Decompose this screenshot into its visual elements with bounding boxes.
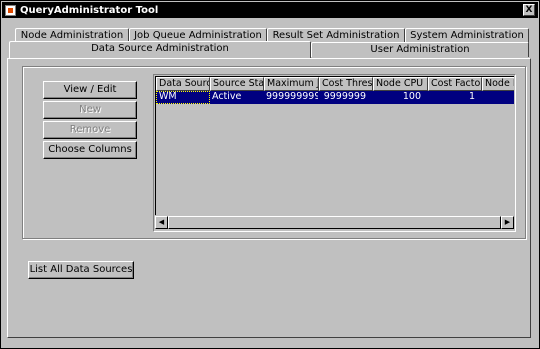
remove-button[interactable]: Remove: [43, 121, 137, 139]
column-header[interactable]: Cost Factor: [428, 77, 482, 91]
list-all-data-sources-button[interactable]: List All Data Sources: [28, 261, 134, 279]
tab-system-administration[interactable]: System Administration: [405, 28, 529, 43]
table-cell[interactable]: 1: [428, 91, 482, 104]
column-header[interactable]: Node D: [482, 77, 514, 91]
scroll-right-icon[interactable]: ▶: [501, 216, 514, 229]
new-button[interactable]: New: [43, 101, 137, 119]
view-edit-button[interactable]: View / Edit: [43, 81, 137, 99]
app-window: QueryAdministrator Tool X Node Administr…: [0, 0, 540, 349]
data-source-panel: View / Edit New Remove Choose Columns Da…: [7, 58, 531, 338]
table-cell[interactable]: [482, 91, 514, 104]
column-header[interactable]: Data Source: [156, 77, 210, 91]
table-cell[interactable]: Active: [210, 91, 264, 104]
scrollbar-thumb[interactable]: [168, 216, 501, 229]
horizontal-scrollbar[interactable]: ◀ ▶: [155, 216, 514, 229]
table-cell[interactable]: WM: [156, 91, 210, 104]
app-icon: [5, 4, 16, 16]
title-bar[interactable]: QueryAdministrator Tool X: [2, 2, 538, 18]
data-source-table: Data Source Source Stat... Maximum J... …: [153, 74, 516, 232]
table-cell[interactable]: 999999999: [264, 91, 319, 104]
column-header[interactable]: Cost Thres...: [319, 77, 373, 91]
tab-data-source-administration[interactable]: Data Source Administration: [9, 41, 311, 58]
scroll-left-icon[interactable]: ◀: [155, 216, 168, 229]
window-title: QueryAdministrator Tool: [20, 4, 159, 16]
column-header[interactable]: Source Stat...: [210, 77, 264, 91]
column-header[interactable]: Maximum J...: [264, 77, 319, 91]
tab-user-administration[interactable]: User Administration: [311, 42, 529, 57]
table-viewport: Data Source Source Stat... Maximum J... …: [155, 76, 514, 215]
table-cell[interactable]: 100: [373, 91, 428, 104]
close-icon[interactable]: X: [523, 4, 535, 16]
table-cell[interactable]: 9999999: [319, 91, 373, 104]
table-header: Data Source Source Stat... Maximum J... …: [156, 77, 514, 91]
data-source-group: View / Edit New Remove Choose Columns Da…: [22, 66, 526, 239]
table-row[interactable]: WM Active 999999999 9999999 100 1: [156, 91, 514, 104]
column-header[interactable]: Node CPU ...: [373, 77, 428, 91]
choose-columns-button[interactable]: Choose Columns: [43, 141, 137, 159]
